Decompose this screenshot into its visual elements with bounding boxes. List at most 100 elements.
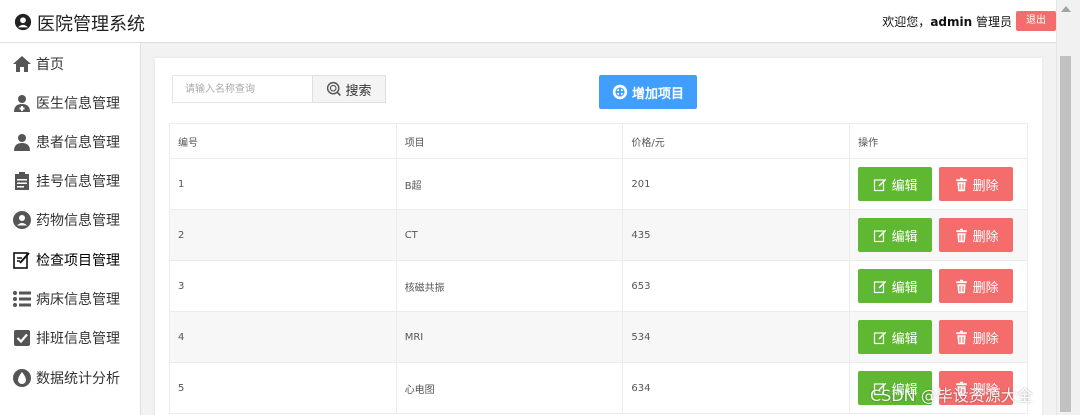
items-table: 编号 项目 价格/元 操作 1 B超 201 编辑 删除 2 CT 435 编辑… [169,123,1028,414]
delete-button[interactable]: 删除 [939,320,1014,354]
trash-icon [955,279,967,293]
sidebar-item-label: 医生信息管理 [36,96,120,112]
delete-button[interactable]: 删除 [939,269,1014,303]
cell-price: 653 [622,260,851,312]
trash-icon [955,177,967,191]
edit-icon [873,280,886,293]
add-item-button[interactable]: 增加项目 [599,75,697,109]
sidebar-item-registration[interactable]: 挂号信息管理 [12,168,120,194]
add-icon [612,84,628,100]
delete-label: 删除 [972,229,999,245]
edit-button[interactable]: 编辑 [858,167,933,201]
logout-button[interactable]: 退出 [1016,11,1056,31]
cell-name: B超 [395,158,624,210]
cell-id: 2 [169,209,397,261]
cell-name: MRI [395,311,624,363]
main-content: 搜索 增加项目 编号 项目 价格/元 操作 1 [141,43,1056,415]
cell-actions: 编辑 删除 [849,311,1028,363]
table-row: 1 B超 201 编辑 删除 [169,158,1028,210]
edit-label: 编辑 [891,280,918,296]
edit-button[interactable]: 编辑 [858,218,933,252]
username: admin [930,15,973,29]
cell-id: 5 [169,362,397,414]
table-row: 3 核磁共振 653 编辑 删除 [169,260,1028,312]
sidebar-item-label: 挂号信息管理 [36,174,120,190]
sidebar-item-medicine[interactable]: 药物信息管理 [12,207,120,233]
edit-button[interactable]: 编辑 [858,269,933,303]
table-row: 2 CT 435 编辑 删除 [169,209,1028,261]
cell-price: 534 [622,311,851,363]
cell-price: 201 [622,158,851,210]
header-name: 项目 [395,123,624,159]
trash-icon [955,330,967,344]
check-icon [13,252,30,269]
sidebar-item-label: 首页 [36,57,64,73]
search-button[interactable]: 搜索 [312,75,386,103]
logo-icon [14,13,32,31]
sidebar: 首页 医生信息管理 患者信息管理 挂号信息管理 药物信息管理 检查项目管理 病床… [0,43,141,415]
bed-list-icon [13,291,31,307]
sidebar-item-patients[interactable]: 患者信息管理 [12,129,120,155]
edit-label: 编辑 [891,229,918,245]
search-icon [327,81,342,96]
welcome-text: 欢迎您，admin 管理员 [882,13,1012,30]
page-scrollbar[interactable] [1056,0,1080,415]
patient-icon [14,134,30,151]
sidebar-item-label: 病床信息管理 [36,292,120,308]
cell-actions: 编辑 删除 [849,158,1028,210]
edit-label: 编辑 [891,331,918,347]
table-header-row: 编号 项目 价格/元 操作 [169,123,1028,159]
sidebar-item-label: 患者信息管理 [36,135,120,151]
cell-actions: 编辑 删除 [849,209,1028,261]
cell-price: 435 [622,209,851,261]
schedule-icon [14,330,30,346]
sidebar-item-home[interactable]: 首页 [12,51,64,77]
sidebar-item-schedule[interactable]: 排班信息管理 [12,325,120,351]
header-id: 编号 [169,123,397,159]
home-icon [13,56,31,72]
sidebar-item-label: 检查项目管理 [36,253,120,269]
sidebar-item-doctors[interactable]: 医生信息管理 [12,90,120,116]
trash-icon [955,228,967,242]
cell-name: 心电图 [395,362,624,414]
sidebar-item-label: 数据统计分析 [36,371,120,387]
search-input[interactable] [172,75,312,103]
scroll-up-arrow-icon[interactable] [1061,6,1071,12]
content-card: 搜索 增加项目 编号 项目 价格/元 操作 1 [155,58,1042,415]
medicine-icon [13,211,31,229]
delete-label: 删除 [972,178,999,194]
watermark: CSDN @毕设资源大全 [870,386,1033,405]
delete-label: 删除 [972,331,999,347]
delete-button[interactable]: 删除 [939,218,1014,252]
edit-icon [873,229,886,242]
edit-icon [873,178,886,191]
sidebar-item-checks[interactable]: 检查项目管理 [12,247,120,273]
register-icon [15,172,29,190]
scroll-thumb[interactable] [1060,56,1071,412]
cell-price: 634 [622,362,851,414]
cell-name: 核磁共振 [395,260,624,312]
stats-icon [13,369,31,387]
table-row: 4 MRI 534 编辑 删除 [169,311,1028,363]
welcome-prefix: 欢迎您， [882,15,931,29]
user-role: 管理员 [972,15,1012,29]
cell-name: CT [395,209,624,261]
add-item-label: 增加项目 [631,86,684,102]
delete-button[interactable]: 删除 [939,167,1014,201]
sidebar-item-label: 药物信息管理 [36,213,120,229]
edit-button[interactable]: 编辑 [858,320,933,354]
sidebar-item-statistics[interactable]: 数据统计分析 [12,365,120,391]
header-actions: 操作 [849,123,1028,159]
cell-actions: 编辑 删除 [849,260,1028,312]
cell-id: 4 [169,311,397,363]
app-title: 医院管理系统 [37,14,145,35]
cell-id: 3 [169,260,397,312]
edit-label: 编辑 [891,178,918,194]
app-root: 医院管理系统 欢迎您，admin 管理员 退出 首页 医生信息管理 患者信息管理… [0,0,1080,415]
cell-id: 1 [169,158,397,210]
top-header: 医院管理系统 欢迎您，admin 管理员 退出 [0,0,1056,43]
sidebar-item-beds[interactable]: 病床信息管理 [12,286,120,312]
edit-icon [873,331,886,344]
doctor-icon [14,95,30,112]
search-button-label: 搜索 [345,83,372,99]
